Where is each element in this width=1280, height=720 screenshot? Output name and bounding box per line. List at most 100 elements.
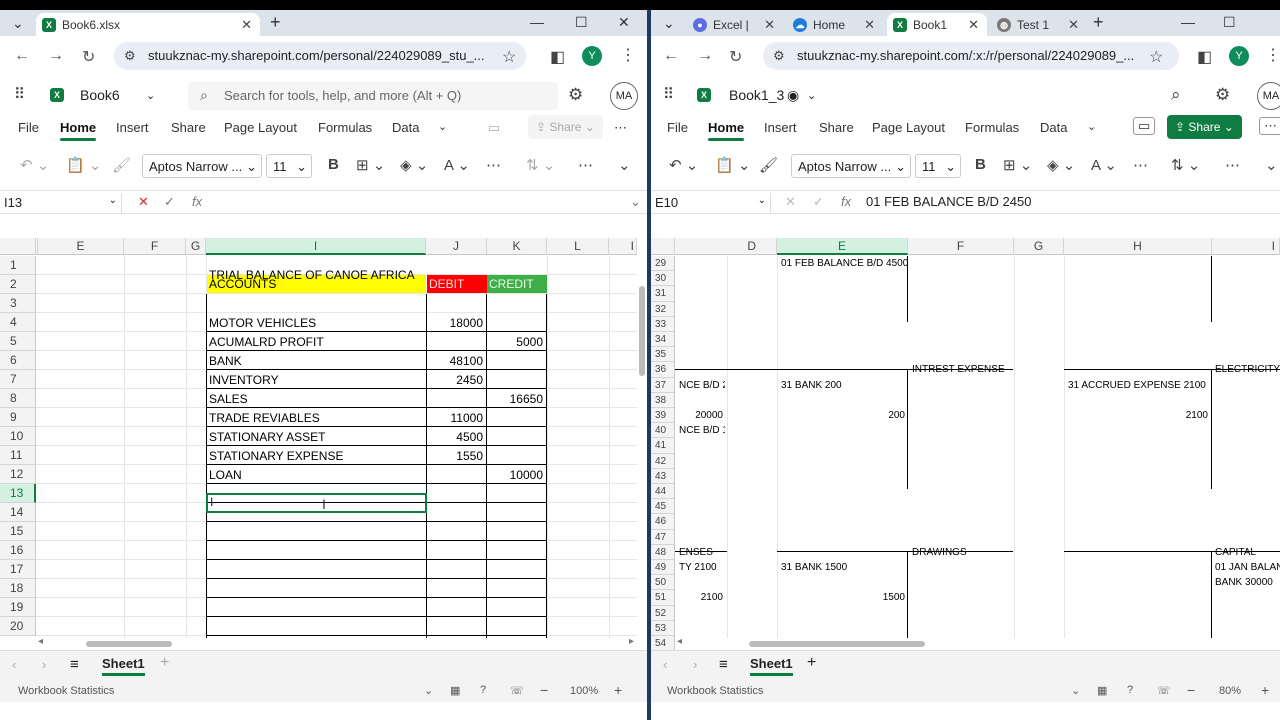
scroll-left-icon[interactable]: ◂	[677, 636, 682, 647]
profile-avatar[interactable]: Y	[582, 46, 602, 66]
row-hdr-48[interactable]: 48	[651, 544, 675, 560]
workbook-statistics[interactable]: Workbook Statistics	[667, 685, 763, 697]
fill-color-icon[interactable]: ◈ ⌄	[400, 156, 428, 174]
font-color-icon[interactable]: A ⌄	[444, 156, 470, 174]
close-tab-icon[interactable]: ✕	[764, 17, 775, 33]
col-hdr-g[interactable]: G	[1014, 238, 1064, 255]
cell-e51[interactable]: 1500	[779, 588, 907, 607]
row-hdr-42[interactable]: 42	[651, 453, 675, 469]
cell-d49[interactable]: TY 2100	[677, 558, 725, 577]
help-icon[interactable]: ?	[480, 684, 486, 696]
col-hdr-k[interactable]: K	[487, 238, 547, 255]
maximize-icon[interactable]: ☐	[1223, 14, 1236, 31]
tab-book1[interactable]: X Book1 ✕	[887, 13, 987, 36]
menu-file[interactable]: File	[18, 120, 39, 135]
row-hdr-14[interactable]: 14	[0, 503, 36, 522]
col-hdr-d[interactable]: D	[675, 238, 777, 255]
col-hdr-g[interactable]: G	[186, 238, 206, 255]
more-options-icon[interactable]: ⋯	[614, 120, 627, 136]
close-window-icon[interactable]: ✕	[618, 14, 630, 31]
feedback-icon[interactable]: ☏	[510, 684, 524, 697]
next-sheet-icon[interactable]: ›	[42, 657, 46, 672]
row-hdr-33[interactable]: 33	[651, 316, 675, 332]
scroll-right-icon[interactable]: ▸	[629, 636, 634, 647]
sheet-tab-sheet1[interactable]: Sheet1	[102, 656, 145, 676]
row-hdr-15[interactable]: 15	[0, 522, 36, 541]
select-all-corner[interactable]	[0, 238, 36, 255]
user-avatar[interactable]: MA	[1257, 82, 1280, 110]
status-chevron-icon[interactable]: ⌄	[424, 684, 433, 697]
app-launcher-icon[interactable]: ⠿	[663, 87, 679, 103]
bookmark-star-icon[interactable]: ☆	[1149, 47, 1163, 67]
close-tab-icon[interactable]: ✕	[968, 17, 979, 33]
autosave-icon[interactable]: ◉	[787, 87, 799, 104]
more-formatting-icon[interactable]: ⋯	[486, 156, 501, 174]
bookmark-star-icon[interactable]: ☆	[502, 47, 516, 67]
row-hdr-36[interactable]: 36	[651, 362, 675, 378]
fx-icon[interactable]: fx	[841, 194, 851, 209]
col-hdr-e[interactable]: E	[38, 238, 124, 255]
right-sheet-grid[interactable]: D E F G H I 29 30 31 32 33 34 35 36 37 38 39 40 41 42…	[651, 238, 1280, 650]
font-color-icon[interactable]: A ⌄	[1091, 156, 1117, 174]
cell-h37[interactable]: 31 ACCRUED EXPENSE 2100	[1066, 376, 1210, 395]
reload-icon[interactable]: ↻	[729, 47, 742, 67]
name-box[interactable]: E10 ⌄	[655, 193, 771, 213]
scroll-left-icon[interactable]: ◂	[38, 636, 43, 647]
entry-credit[interactable]	[487, 428, 545, 430]
row-hdr-34[interactable]: 34	[651, 332, 675, 348]
search-box[interactable]: ⌕ Search for tools, help, and more (Alt …	[188, 82, 558, 110]
workbook-statistics[interactable]: Workbook Statistics	[18, 685, 114, 697]
entry-credit[interactable]	[487, 409, 545, 411]
row-hdr-53[interactable]: 53	[651, 620, 675, 636]
row-hdr-49[interactable]: 49	[651, 560, 675, 576]
cell-i36[interactable]: ELECTRICITY	[1213, 360, 1280, 379]
row-hdr-2[interactable]: 2	[0, 275, 36, 294]
all-sheets-icon[interactable]: ≡	[70, 656, 79, 673]
vertical-scroll-thumb[interactable]	[639, 286, 645, 376]
menu-page-layout[interactable]: Page Layout	[872, 120, 945, 135]
menu-share[interactable]: Share	[171, 120, 206, 135]
zoom-level[interactable]: 100%	[570, 685, 598, 697]
col-hdr-i[interactable]: I	[206, 238, 426, 255]
more-tools-icon[interactable]: ⋯	[578, 156, 593, 174]
cell-h39[interactable]: 2100	[1066, 406, 1210, 425]
row-hdr-9[interactable]: 9	[0, 408, 36, 427]
header-debit[interactable]: DEBIT	[427, 275, 487, 293]
trial-balance-title[interactable]: TRIAL BALANCE OF CANOE AFRICA	[207, 266, 427, 285]
format-painter-icon[interactable]: 🖌	[112, 156, 131, 174]
file-name[interactable]: Book1_3	[729, 87, 784, 103]
row-hdr-45[interactable]: 45	[651, 499, 675, 515]
row-hdr-1[interactable]: 1	[0, 256, 36, 275]
zoom-out-icon[interactable]: −	[540, 682, 548, 698]
left-vertical-scrollbar[interactable]	[637, 256, 647, 650]
borders-icon[interactable]: ⊞ ⌄	[356, 156, 385, 174]
prev-sheet-icon[interactable]: ‹	[663, 657, 667, 672]
status-chevron-icon[interactable]: ⌄	[1071, 684, 1080, 697]
prev-sheet-icon[interactable]: ‹	[12, 657, 16, 672]
col-hdr-h[interactable]: H	[1064, 238, 1212, 255]
menu-home[interactable]: Home	[708, 120, 745, 141]
forward-icon[interactable]: →	[48, 47, 64, 65]
font-name-select[interactable]: Aptos Narrow ... ⌄	[142, 154, 262, 178]
bold-icon[interactable]: B	[975, 156, 986, 173]
select-all-corner[interactable]	[651, 238, 675, 255]
more-options-icon[interactable]: ⋯	[1259, 117, 1280, 135]
file-menu-chevron-icon[interactable]: ⌄	[146, 89, 155, 102]
reload-icon[interactable]: ↻	[82, 47, 95, 67]
cell-d40[interactable]: NCE B/D 10000	[677, 421, 725, 440]
close-tab-icon[interactable]: ✕	[241, 17, 252, 33]
row-hdr-5[interactable]: 5	[0, 332, 36, 351]
add-sheet-icon[interactable]: +	[160, 654, 169, 672]
add-sheet-icon[interactable]: +	[807, 654, 816, 672]
url-field[interactable]: ⚙ stuukznac-my.sharepoint.com/personal/2…	[114, 42, 526, 70]
row-hdr-29[interactable]: 29	[651, 256, 675, 272]
view-normal-icon[interactable]: ▦	[450, 684, 460, 697]
file-name[interactable]: Book6	[80, 87, 120, 103]
settings-gear-icon[interactable]: ⚙	[1215, 85, 1230, 105]
font-size-select[interactable]: 11 ⌄	[266, 154, 312, 178]
new-tab-icon[interactable]: +	[270, 12, 281, 33]
left-horizontal-scrollbar[interactable]: ◂ ▸	[36, 636, 636, 650]
col-hdr-f[interactable]: F	[124, 238, 186, 255]
left-sheet-grid[interactable]: E F G I J K L I 1 2 3 4 5 6 7 8 9 10 11 12 13 14 15 16 1…	[0, 238, 637, 650]
more-tools-icon[interactable]: ⋯	[1225, 156, 1240, 174]
